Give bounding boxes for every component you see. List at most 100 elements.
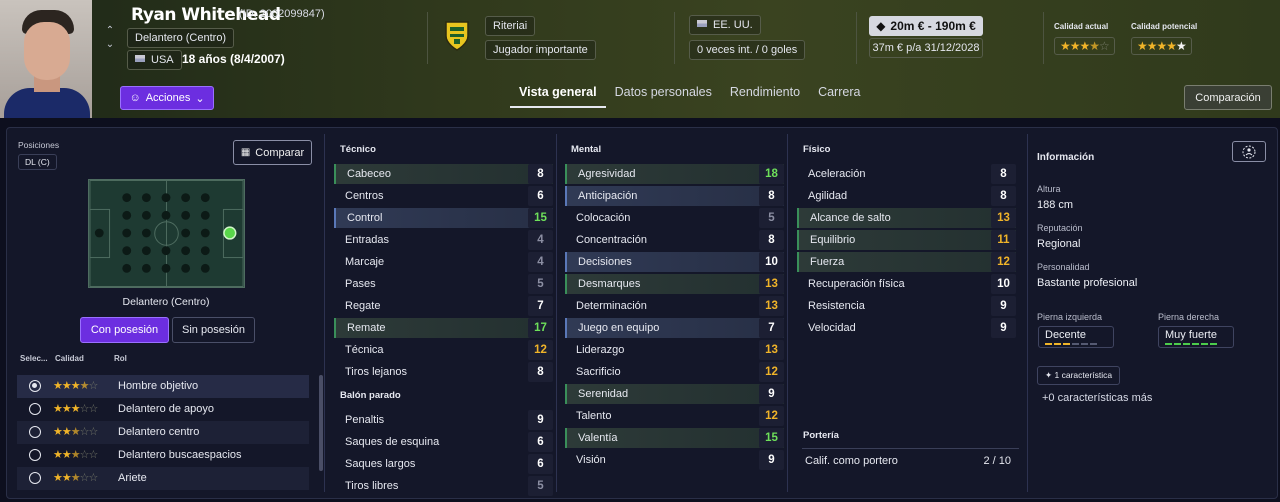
attribute-row[interactable]: Técnica 12 [334, 340, 553, 360]
nationality-chip[interactable]: USA [127, 50, 182, 70]
left-foot-box: Decente [1038, 326, 1114, 348]
club-crest-icon[interactable] [443, 20, 471, 52]
left-foot-meter [1045, 343, 1097, 345]
traits-chip-label: 1 característica [1054, 370, 1113, 380]
attribute-row[interactable]: Tiros lejanos 8 [334, 362, 553, 382]
position-chip: DL (C) [18, 154, 57, 170]
club-chip[interactable]: Riteriai [485, 16, 536, 36]
tab-personal-data[interactable]: Datos personales [606, 84, 721, 108]
attribute-row[interactable]: Talento 12 [565, 406, 784, 426]
tab-career[interactable]: Carrera [809, 84, 869, 108]
in-possession-toggle[interactable]: Con posesión [80, 317, 169, 343]
compare-button[interactable]: ▦ Comparar [233, 140, 312, 165]
attribute-row[interactable]: Regate 7 [334, 296, 553, 316]
attribute-value: 9 [759, 450, 784, 470]
attribute-row[interactable]: Pases 5 [334, 274, 553, 294]
attribute-row[interactable]: Aceleración 8 [797, 164, 1016, 184]
role-radio[interactable] [29, 403, 41, 415]
left-foot-value: Decente [1045, 329, 1086, 341]
position-chip: Delantero (Centro) [127, 28, 235, 48]
personality-value: Bastante profesional [1037, 277, 1138, 289]
right-foot-value: Muy fuerte [1165, 329, 1217, 341]
traits-more-link[interactable]: +0 características más [1042, 392, 1152, 404]
role-row[interactable]: ★★★☆☆ Ariete [17, 467, 309, 490]
chevron-up-icon[interactable]: ⌃ [104, 24, 116, 38]
transfer-value: ◆ 20m € - 190m € [869, 16, 983, 36]
attribute-row[interactable]: Saques de esquina 6 [334, 432, 553, 452]
roles-header-role[interactable]: Rol [114, 354, 127, 363]
attribute-row[interactable]: Control 15 [334, 208, 553, 228]
foot-meter-segment [1183, 343, 1190, 345]
right-foot-box: Muy fuerte [1158, 326, 1234, 348]
attribute-name: Pases [345, 278, 376, 290]
attribute-row[interactable]: Tiros libres 5 [334, 476, 553, 496]
attribute-row[interactable]: Valentía 15 [565, 428, 784, 448]
attribute-row[interactable]: Alcance de salto 13 [797, 208, 1016, 228]
attribute-row[interactable]: Agilidad 8 [797, 186, 1016, 206]
comparison-button[interactable]: Comparación [1184, 85, 1272, 110]
attribute-row[interactable]: Visión 9 [565, 450, 784, 470]
tab-overview[interactable]: Vista general [510, 84, 606, 108]
nation-chip[interactable]: EE. UU. [689, 15, 761, 35]
attribute-row[interactable]: Concentración 8 [565, 230, 784, 250]
attribute-value: 10 [991, 274, 1016, 294]
attribute-row[interactable]: Agresividad 18 [565, 164, 784, 184]
attribute-name: Equilibrio [810, 234, 856, 246]
player-nav-arrows[interactable]: ⌃ ⌄ [104, 24, 116, 52]
roles-header-quality[interactable]: Calidad [55, 354, 84, 363]
tab-performance[interactable]: Rendimiento [721, 84, 809, 108]
attribute-row[interactable]: Penaltis 9 [334, 410, 553, 430]
attribute-row[interactable]: Marcaje 4 [334, 252, 553, 272]
personality-label: Personalidad [1037, 262, 1090, 272]
role-name: Delantero centro [118, 426, 200, 438]
attribute-row[interactable]: Fuerza 12 [797, 252, 1016, 272]
caps-chip: 0 veces int. / 0 goles [689, 40, 806, 60]
role-row[interactable]: ★★★☆☆ Delantero centro [17, 421, 309, 444]
attribute-row[interactable]: Entradas 4 [334, 230, 553, 250]
info-toggle-button[interactable] [1232, 141, 1266, 162]
goalkeeper-rating-label: Calif. como portero [805, 455, 898, 467]
role-row[interactable]: ★★★☆☆ Delantero buscaespacios [17, 444, 309, 467]
current-ability-label: Calidad actual [1054, 22, 1109, 31]
attribute-row[interactable]: Equilibrio 11 [797, 230, 1016, 250]
attribute-row[interactable]: Resistencia 9 [797, 296, 1016, 316]
actions-label: Acciones [145, 92, 191, 104]
roles-scrollbar[interactable] [319, 375, 323, 471]
attribute-row[interactable]: Determinación 13 [565, 296, 784, 316]
role-radio[interactable] [29, 380, 41, 392]
role-radio[interactable] [29, 449, 41, 461]
role-row[interactable]: ★★★☆☆ Delantero de apoyo [17, 398, 309, 421]
pitch-diagram[interactable] [88, 179, 245, 288]
attribute-row[interactable]: Cabeceo 8 [334, 164, 553, 184]
attribute-row[interactable]: Remate 17 [334, 318, 553, 338]
attribute-row[interactable]: Desmarques 13 [565, 274, 784, 294]
transfer-value-text: 20m € - 190m € [890, 19, 976, 33]
traits-chip[interactable]: ✦ 1 característica [1037, 366, 1121, 385]
attribute-row[interactable]: Centros 6 [334, 186, 553, 206]
foot-meter-segment [1165, 343, 1172, 345]
attribute-row[interactable]: Saques largos 6 [334, 454, 553, 474]
tag-icon: ◆ [876, 19, 886, 33]
role-radio[interactable] [29, 472, 41, 484]
attribute-row[interactable]: Juego en equipo 7 [565, 318, 784, 338]
attribute-value: 12 [991, 252, 1016, 272]
attribute-row[interactable]: Decisiones 10 [565, 252, 784, 272]
chevron-down-icon[interactable]: ⌄ [104, 38, 116, 52]
nationality-text: USA [151, 54, 174, 66]
attribute-row[interactable]: Serenidad 9 [565, 384, 784, 404]
squad-status-text: Jugador importante [493, 44, 588, 56]
foot-meter-segment [1063, 343, 1070, 345]
out-of-possession-toggle[interactable]: Sin posesión [172, 317, 255, 343]
role-row[interactable]: ★★★★☆ Hombre objetivo [17, 375, 309, 398]
attribute-value: 5 [528, 274, 553, 294]
attribute-row[interactable]: Liderazgo 13 [565, 340, 784, 360]
actions-button[interactable]: ☺ Acciones ⌄ [120, 86, 214, 110]
attribute-row[interactable]: Sacrificio 12 [565, 362, 784, 382]
attribute-row[interactable]: Velocidad 9 [797, 318, 1016, 338]
height-label: Altura [1037, 184, 1061, 194]
overview-panel: Posiciones DL (C) ▦ Comparar Delantero (… [6, 127, 1278, 499]
attribute-row[interactable]: Recuperación física 10 [797, 274, 1016, 294]
attribute-row[interactable]: Colocación 5 [565, 208, 784, 228]
role-radio[interactable] [29, 426, 41, 438]
attribute-row[interactable]: Anticipación 8 [565, 186, 784, 206]
